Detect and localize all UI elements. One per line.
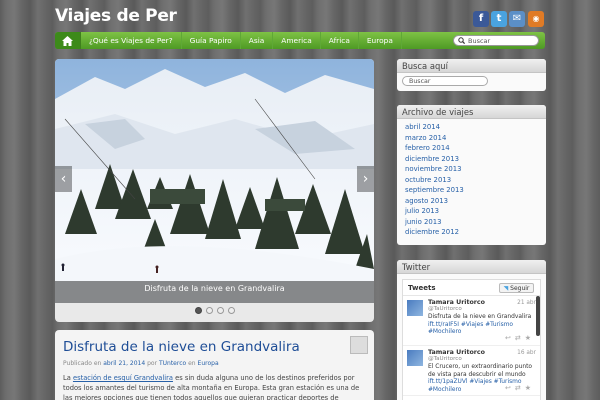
nav-item-africa[interactable]: Africa xyxy=(321,32,359,49)
twitter-timeline[interactable]: Tweets ◥ Seguir Tamara Uritorco @TaUrito… xyxy=(402,279,541,400)
slider-dot-4[interactable] xyxy=(227,307,235,314)
post-category-link[interactable]: Europa xyxy=(198,360,219,367)
chevron-left-icon: ‹ xyxy=(60,171,67,187)
tweet-item[interactable]: Tamara Uritorco @TaUritorco 21 abr Disfr… xyxy=(403,296,540,346)
post-meta-by: por xyxy=(147,360,158,367)
archive-widget: Archivo de viajes abril 2014 marzo 2014 … xyxy=(397,105,546,245)
home-icon xyxy=(62,35,73,46)
archive-link[interactable]: noviembre 2013 xyxy=(405,164,538,175)
slide-caption[interactable]: Disfruta de la nieve en Grandvalira xyxy=(55,284,374,293)
post-body-start: La xyxy=(63,374,71,382)
search-widget: Busca aquí Buscar xyxy=(397,59,546,91)
nav-item-europa[interactable]: Europa xyxy=(359,32,402,49)
archive-link[interactable]: abril 2014 xyxy=(405,122,538,133)
chevron-right-icon: › xyxy=(362,171,369,187)
slider-dot-1[interactable] xyxy=(194,307,202,314)
post-card: Disfruta de la nieve en Grandvalira Publ… xyxy=(55,330,374,400)
twitter-bird-icon: ◥ xyxy=(503,285,509,292)
tweet-author-handle[interactable]: @TaUritorco xyxy=(428,356,536,362)
favorite-icon[interactable]: ★ xyxy=(525,384,535,392)
tweet-tags[interactable]: ift.tt/raIF5I #Viajes #Turismo #Mochiler… xyxy=(428,322,513,336)
archive-link[interactable]: agosto 2013 xyxy=(405,196,538,207)
slider-dot-3[interactable] xyxy=(216,307,224,314)
archive-link[interactable]: octubre 2013 xyxy=(405,175,538,186)
slider-prev-button[interactable]: ‹ xyxy=(55,166,72,192)
reply-icon[interactable]: ↩ xyxy=(505,384,515,392)
nav-item-america[interactable]: America xyxy=(273,32,321,49)
twitter-icon[interactable]: t xyxy=(491,11,507,27)
tweet-actions: ↩⇄★ xyxy=(505,384,535,392)
comment-icon[interactable] xyxy=(350,336,368,354)
reply-icon[interactable]: ↩ xyxy=(505,334,515,342)
tweet-body: El Crucero, un extraordinario punto de v… xyxy=(428,364,532,378)
nav-item-guia-papiro[interactable]: Guía Papiro xyxy=(182,32,241,49)
archive-link[interactable]: septiembre 2013 xyxy=(405,185,538,196)
email-icon[interactable]: ✉ xyxy=(509,11,525,27)
post-author-link[interactable]: TUnterco xyxy=(159,360,186,367)
twitter-widget-title: Twitter xyxy=(397,260,546,274)
archive-link[interactable]: febrero 2014 xyxy=(405,143,538,154)
archive-link[interactable]: junio 2013 xyxy=(405,217,538,228)
slide-image-ski-resort[interactable] xyxy=(55,59,374,303)
twitter-follow-label: Seguir xyxy=(510,285,530,292)
tweet-actions: ↩⇄★ xyxy=(505,334,535,342)
post-meta: Publicado en abril 21, 2014 por TUnterco… xyxy=(63,360,366,367)
tweet-date[interactable]: 21 abr xyxy=(517,300,536,306)
retweet-icon[interactable]: ⇄ xyxy=(515,384,525,392)
favorite-icon[interactable]: ★ xyxy=(525,334,535,342)
retweet-icon[interactable]: ⇄ xyxy=(515,334,525,342)
search-widget-title: Busca aquí xyxy=(397,59,546,73)
image-slider: Disfruta de la nieve en Grandvalira ‹ › xyxy=(55,59,374,322)
tweet-date[interactable]: 16 abr xyxy=(517,350,536,356)
search-icon xyxy=(458,37,465,44)
nav-search-input[interactable]: Buscar xyxy=(453,35,539,46)
slider-next-button[interactable]: › xyxy=(357,166,374,192)
site-title[interactable]: Viajes de Per xyxy=(55,6,177,26)
rss-icon[interactable]: ◉ xyxy=(528,11,544,27)
post-title[interactable]: Disfruta de la nieve en Grandvalira xyxy=(63,339,366,355)
slider-pagination xyxy=(55,307,374,314)
tweet-item[interactable]: Tamara Uritorco @TaUritorco 16 abr El Cr… xyxy=(403,346,540,396)
twitter-widget: Twitter Tweets ◥ Seguir Tamara Uritorco … xyxy=(397,260,546,400)
post-meta-in: en xyxy=(188,360,196,367)
post-date-link[interactable]: abril 21, 2014 xyxy=(103,360,145,367)
archive-link[interactable]: diciembre 2012 xyxy=(405,227,538,238)
avatar[interactable] xyxy=(407,350,423,366)
main-navigation: ¿Qué es Viajes de Per? Guía Papiro Asia … xyxy=(55,32,545,49)
archive-list: abril 2014 marzo 2014 febrero 2014 dicie… xyxy=(397,119,546,241)
archive-link[interactable]: marzo 2014 xyxy=(405,133,538,144)
post-meta-prefix: Publicado en xyxy=(63,360,102,367)
nav-item-asia[interactable]: Asia xyxy=(241,32,274,49)
sidebar-search-input[interactable]: Buscar xyxy=(402,76,488,86)
post-excerpt: La estación de esquí Grandvalira es sin … xyxy=(63,373,366,400)
post-body-link[interactable]: estación de esquí Grandvalira xyxy=(73,374,173,382)
home-button[interactable] xyxy=(55,32,81,49)
archive-link[interactable]: diciembre 2013 xyxy=(405,154,538,165)
tweet-author-handle[interactable]: @TaUritorco xyxy=(428,306,536,312)
tweet-body: Disfruta de la nieve en Grandvalira xyxy=(428,314,532,320)
facebook-icon[interactable]: f xyxy=(473,11,489,27)
avatar[interactable] xyxy=(407,300,423,316)
slider-dot-2[interactable] xyxy=(205,307,213,314)
nav-search-placeholder: Buscar xyxy=(468,36,491,45)
nav-item-que-es[interactable]: ¿Qué es Viajes de Per? xyxy=(81,32,182,49)
archive-widget-title: Archivo de viajes xyxy=(397,105,546,119)
archive-link[interactable]: julio 2013 xyxy=(405,206,538,217)
twitter-follow-button[interactable]: ◥ Seguir xyxy=(499,283,534,293)
